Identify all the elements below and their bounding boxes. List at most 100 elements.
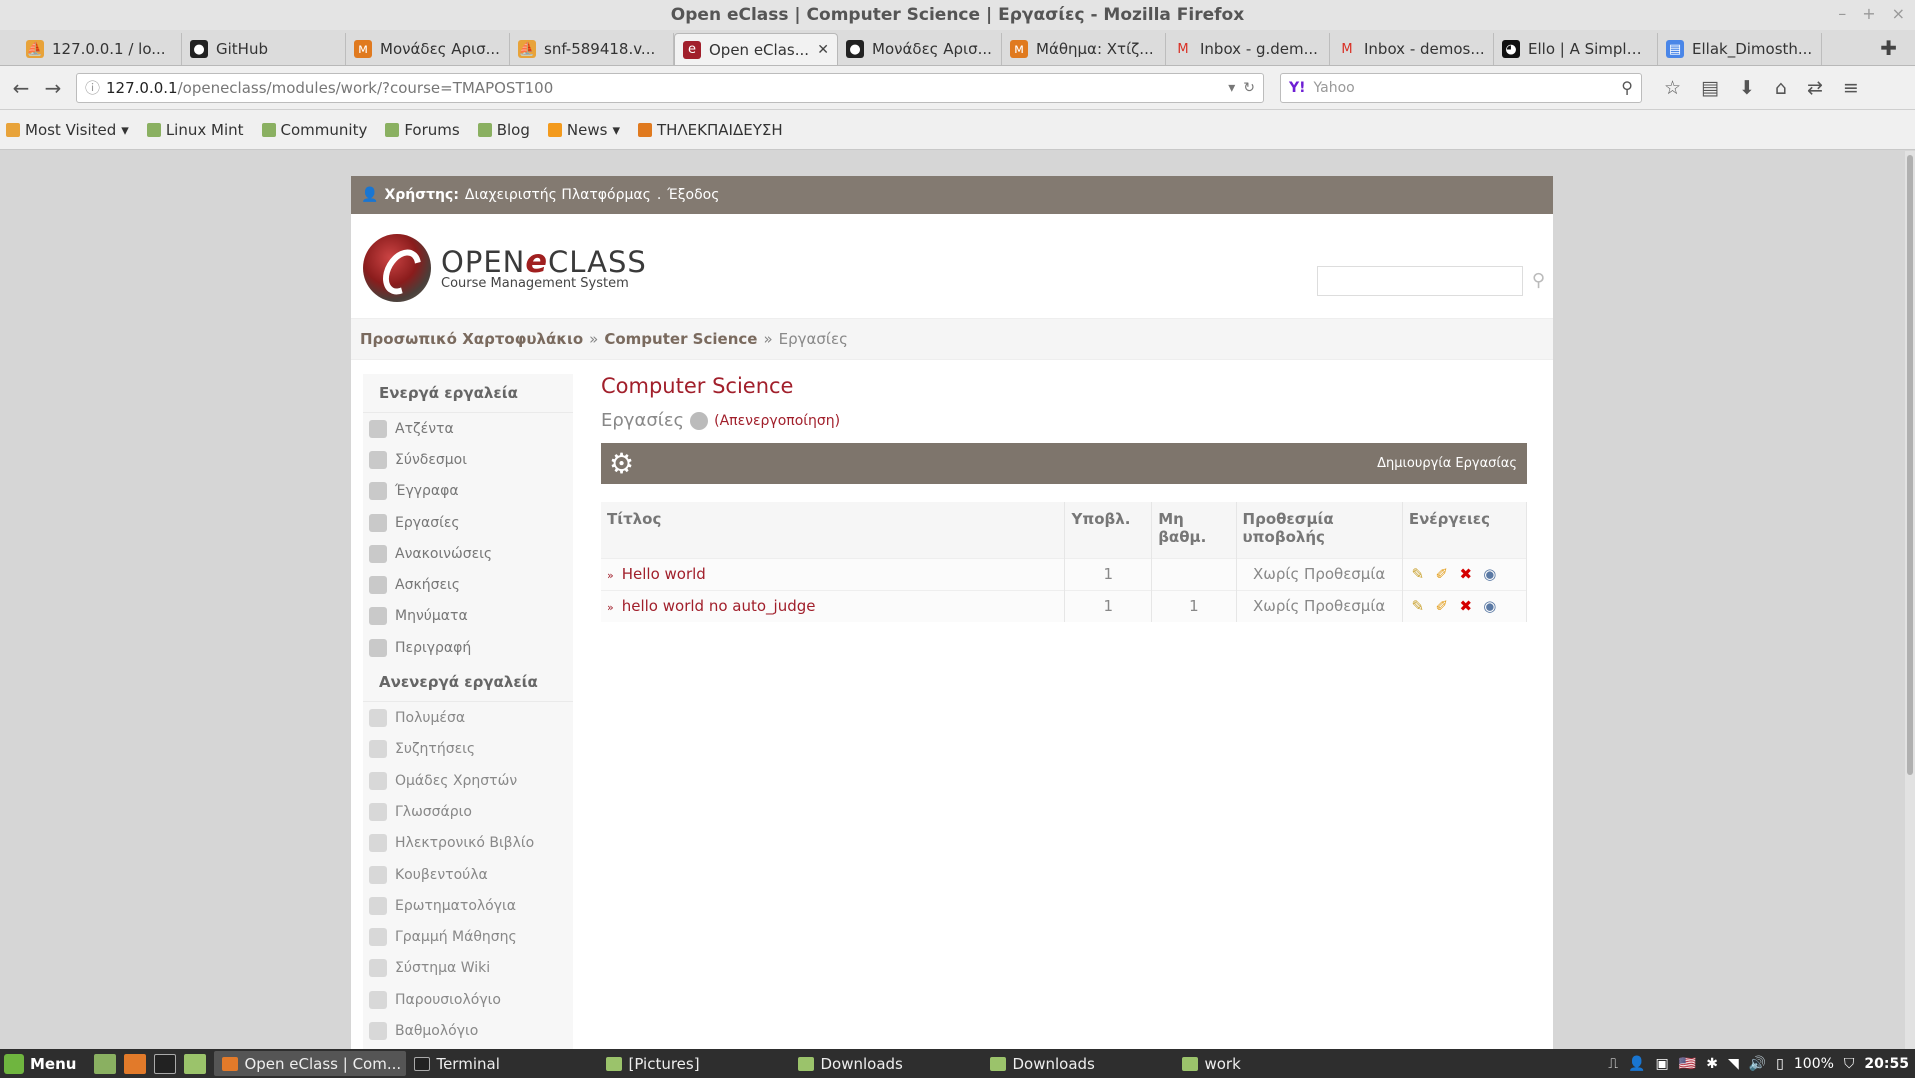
- taskbar-window-3[interactable]: Downloads: [790, 1051, 982, 1076]
- bookmark-5[interactable]: News ▾: [547, 121, 620, 139]
- user-tray-icon[interactable]: 👤: [1628, 1056, 1645, 1072]
- tab-6[interactable]: ᴍ Μάθημα: Χτίζ...: [1002, 33, 1166, 65]
- search-engine-icon[interactable]: Y!: [1289, 80, 1306, 96]
- network-icon[interactable]: ⎍: [1608, 1056, 1618, 1072]
- assignment-link[interactable]: hello world no auto_judge: [622, 597, 816, 615]
- forward-icon[interactable]: →: [40, 74, 66, 102]
- sidebar-item-4[interactable]: Ανακοινώσεις: [363, 538, 573, 569]
- search-icon[interactable]: ⚲: [1621, 78, 1633, 97]
- taskbar-window-0[interactable]: Open eClass | Com...: [214, 1051, 407, 1076]
- bookmark-star-icon[interactable]: ☆: [1664, 77, 1681, 99]
- us-flag-icon[interactable]: 🇺🇸: [1679, 1056, 1696, 1072]
- start-menu-button[interactable]: Menu: [0, 1053, 86, 1074]
- sidebar-item-2[interactable]: Έγγραφα: [363, 476, 573, 507]
- delete-icon[interactable]: ✖: [1457, 565, 1475, 583]
- bookmark-2[interactable]: Community: [261, 121, 367, 139]
- taskbar-window-4[interactable]: Downloads: [982, 1051, 1174, 1076]
- clipboard-icon[interactable]: ▤: [1701, 77, 1719, 99]
- gear-icon[interactable]: ⚙: [609, 449, 634, 478]
- sidebar-item-inactive-7[interactable]: Γραμμή Μάθησης: [363, 921, 573, 952]
- sidebar-item-inactive-8[interactable]: Σύστημα Wiki: [363, 953, 573, 984]
- taskbar-window-5[interactable]: work: [1174, 1051, 1366, 1076]
- tab-10[interactable]: ▤ Ellak_Dimosth...: [1658, 33, 1822, 65]
- bookmark-6[interactable]: ΤΗΛΕΚΠΑΙΔΕΥΣΗ: [637, 121, 783, 139]
- logout-link[interactable]: Έξοδος: [667, 187, 719, 203]
- bookmark-1[interactable]: Linux Mint: [146, 121, 244, 139]
- page-scrollbar[interactable]: [1905, 151, 1915, 1049]
- tab-3[interactable]: ⛵ snf-589418.v...: [510, 33, 674, 65]
- sidebar-item-5[interactable]: Ασκήσεις: [363, 569, 573, 600]
- sidebar-item-7[interactable]: Περιγραφή: [363, 632, 573, 663]
- course-title[interactable]: Computer Science: [601, 374, 1527, 398]
- bluetooth-icon[interactable]: ✱: [1706, 1056, 1718, 1072]
- sidebar-item-inactive-10[interactable]: Βαθμολόγιο: [363, 1015, 573, 1046]
- close-tab-icon[interactable]: ✕: [817, 42, 829, 58]
- back-icon[interactable]: ←: [8, 74, 34, 102]
- tab-8[interactable]: M Inbox - demos...: [1330, 33, 1494, 65]
- sidebar-item-inactive-1[interactable]: Συζητήσεις: [363, 734, 573, 765]
- eclass-logo[interactable]: OPENeCLASS Course Management System: [363, 234, 647, 302]
- shield-icon[interactable]: ⛉: [1844, 1056, 1855, 1072]
- url-bar[interactable]: ⓘ 127.0.0.1/openeclass/modules/work/?cou…: [76, 72, 1264, 103]
- sidebar-item-6[interactable]: Μηνύματα: [363, 601, 573, 632]
- minimize-icon[interactable]: –: [1838, 4, 1846, 23]
- sidebar-item-inactive-9[interactable]: Παρουσιολόγιο: [363, 984, 573, 1015]
- create-assignment-button[interactable]: Δημιουργία Εργασίας: [1377, 456, 1517, 471]
- show-desktop-icon[interactable]: [94, 1053, 117, 1074]
- search-bar[interactable]: Y! Yahoo ⚲: [1280, 72, 1642, 103]
- edit-icon[interactable]: ✎: [1409, 597, 1427, 615]
- sidebar-item-inactive-2[interactable]: Ομάδες Χρηστών: [363, 765, 573, 796]
- taskbar-window-1[interactable]: Terminal: [406, 1051, 598, 1076]
- sidebar-item-inactive-3[interactable]: Γλωσσάριο: [363, 796, 573, 827]
- tab-0[interactable]: ⛵ 127.0.0.1 / lo...: [18, 33, 182, 65]
- visibility-icon[interactable]: ◉: [1481, 597, 1499, 615]
- delete-icon[interactable]: ✖: [1457, 597, 1475, 615]
- download-icon[interactable]: ⬇: [1739, 77, 1755, 99]
- bookmark-0[interactable]: Most Visited ▾: [6, 121, 129, 139]
- breadcrumb-course[interactable]: Computer Science: [604, 330, 757, 348]
- scrollbar-thumb[interactable]: [1907, 155, 1913, 775]
- firefox-launcher-icon[interactable]: [124, 1053, 147, 1074]
- battery-icon[interactable]: ▯: [1776, 1056, 1784, 1072]
- site-search-input[interactable]: [1317, 266, 1523, 296]
- taskbar-window-2[interactable]: [Pictures]: [598, 1051, 790, 1076]
- sidebar-item-inactive-0[interactable]: Πολυμέσα: [363, 702, 573, 733]
- assignment-link[interactable]: Hello world: [622, 565, 706, 583]
- tab-9[interactable]: ◕ Ello | A Simple...: [1494, 33, 1658, 65]
- clipboard-tray-icon[interactable]: ▣: [1656, 1056, 1669, 1072]
- terminal-launcher-icon[interactable]: [154, 1053, 177, 1074]
- site-info-icon[interactable]: ⓘ: [85, 77, 100, 98]
- wifi-icon[interactable]: ◥: [1728, 1056, 1739, 1072]
- sidebar-item-1[interactable]: Σύνδεσμοι: [363, 444, 573, 475]
- close-window-icon[interactable]: ×: [1892, 4, 1905, 23]
- sidebar-item-3[interactable]: Εργασίες: [363, 507, 573, 538]
- tab-1[interactable]: ● GitHub: [182, 33, 346, 65]
- sidebar-item-inactive-4[interactable]: Ηλεκτρονικό Βιβλίο: [363, 828, 573, 859]
- tab-5[interactable]: ● Μονάδες Αρισ...: [838, 33, 1002, 65]
- search-input[interactable]: Yahoo: [1314, 80, 1355, 96]
- tab-4[interactable]: e Open eClas... ✕: [674, 33, 838, 65]
- visibility-icon[interactable]: ◉: [1481, 565, 1499, 583]
- tab-7[interactable]: M Inbox - g.dem...: [1166, 33, 1330, 65]
- extension-icon[interactable]: ⇄: [1807, 77, 1823, 99]
- bookmark-3[interactable]: Forums: [385, 121, 460, 139]
- edit-icon[interactable]: ✎: [1409, 565, 1427, 583]
- user-name[interactable]: Διαχειριστής Πλατφόρμας: [465, 187, 651, 203]
- clock[interactable]: 20:55: [1864, 1056, 1909, 1072]
- purge-icon[interactable]: ✐: [1433, 565, 1451, 583]
- maximize-icon[interactable]: +: [1862, 4, 1875, 23]
- home-icon[interactable]: ⌂: [1775, 77, 1787, 99]
- volume-icon[interactable]: 🔊: [1749, 1056, 1766, 1072]
- url-dropdown-icon[interactable]: ▾: [1228, 80, 1235, 96]
- deactivate-link[interactable]: (Απενεργοποίηση): [714, 413, 840, 429]
- breadcrumb-home[interactable]: Προσωπικό Χαρτοφυλάκιο: [360, 330, 583, 348]
- reload-icon[interactable]: ↻: [1243, 80, 1255, 96]
- site-search-icon[interactable]: ⚲: [1532, 270, 1545, 291]
- purge-icon[interactable]: ✐: [1433, 597, 1451, 615]
- hamburger-menu-icon[interactable]: ≡: [1843, 77, 1859, 99]
- bookmark-4[interactable]: Blog: [477, 121, 530, 139]
- tab-2[interactable]: ᴍ Μονάδες Αρισ...: [346, 33, 510, 65]
- new-tab-icon[interactable]: ✚: [1880, 36, 1897, 60]
- files-launcher-icon[interactable]: [184, 1053, 207, 1074]
- sidebar-item-inactive-6[interactable]: Ερωτηματολόγια: [363, 890, 573, 921]
